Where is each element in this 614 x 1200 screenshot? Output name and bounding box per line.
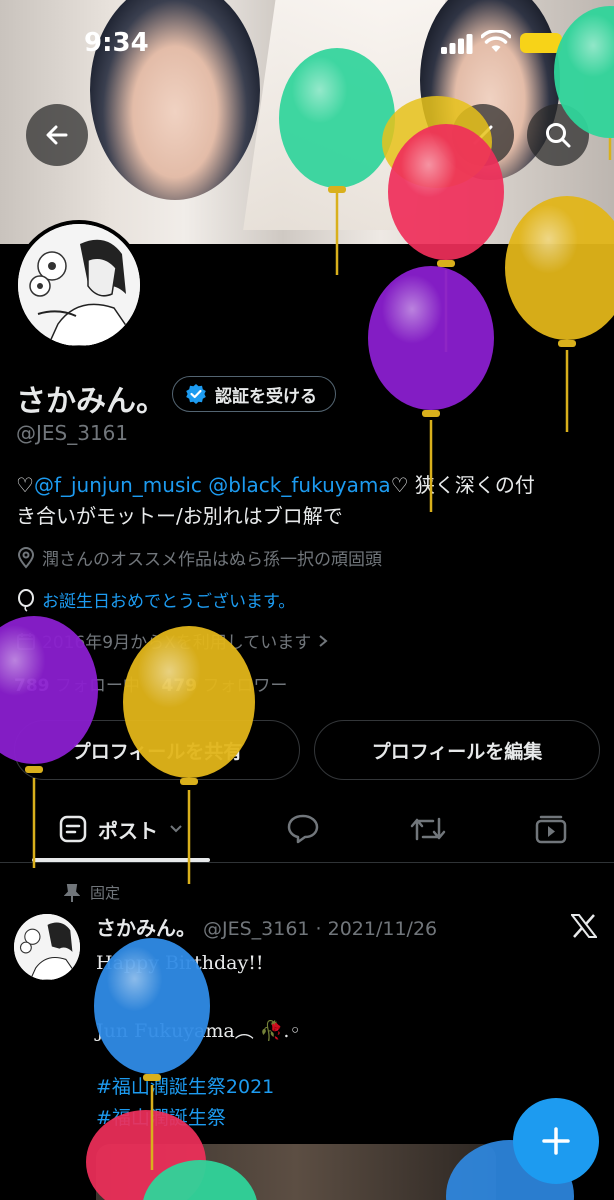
tab-media[interactable] xyxy=(516,796,586,862)
following-label: フォロー中 xyxy=(54,676,140,696)
following-count: 789 xyxy=(14,676,50,696)
search-icon xyxy=(546,123,571,148)
followers-count: 479 xyxy=(161,676,198,696)
chevron-right-icon xyxy=(319,634,328,647)
edit-profile-button[interactable]: プロフィールを編集 xyxy=(314,720,600,780)
repost-tab-icon xyxy=(410,817,446,841)
display-name: さかみん。 xyxy=(16,384,166,419)
signal-icon xyxy=(441,34,473,54)
back-arrow-icon xyxy=(46,125,68,145)
wifi-icon xyxy=(481,30,511,52)
pinned-indicator: 固定 xyxy=(64,882,120,903)
bio-text: き合いがモットー/お別れはブロ解で xyxy=(16,504,343,528)
verified-badge-icon xyxy=(186,384,206,404)
avatar-illustration xyxy=(18,224,140,346)
x-logo-icon xyxy=(571,914,597,938)
followers-link[interactable]: 479 フォロワー xyxy=(162,676,288,696)
pin-icon xyxy=(64,883,80,902)
get-verified-button[interactable]: 認証を受ける xyxy=(172,376,336,412)
tweet-media[interactable] xyxy=(96,1144,496,1200)
plus-icon xyxy=(542,1127,570,1155)
bio-heart: ♡ xyxy=(16,473,34,497)
tweet-avatar[interactable] xyxy=(14,914,80,980)
profile-bio: ♡@f_junjun_music @black_fukuyama♡ 狭く深くの付… xyxy=(16,470,606,532)
profile-tabs: ポスト xyxy=(0,796,614,863)
bio-mention-link[interactable]: @f_junjun_music xyxy=(34,473,202,497)
bio-mention-link[interactable]: @black_fukuyama xyxy=(208,473,390,497)
tab-posts-label: ポスト xyxy=(98,818,158,843)
tweet-header: さかみん。 @JES_3161 · 2021/11/26 xyxy=(96,912,437,941)
chevron-down-icon xyxy=(170,825,182,833)
compose-button[interactable] xyxy=(513,1098,599,1184)
tweet-line: Happy Birthday!! xyxy=(96,952,264,974)
tweet-avatar-illustration xyxy=(14,914,80,980)
tweet-body: Happy Birthday!! Jun Fukuyama︵ 🥀.◦ xyxy=(96,946,301,1048)
profile-location: 潤さんのオススメ作品はぬら孫一択の頑固頭 xyxy=(16,545,382,570)
reply-tab-icon xyxy=(287,814,319,844)
profile-avatar[interactable] xyxy=(14,220,144,350)
followers-label: フォロワー xyxy=(202,676,288,696)
status-time: 9:34 xyxy=(84,28,149,58)
post-tab-icon xyxy=(59,815,87,843)
joined-text: 2016年9月からXを利用しています xyxy=(42,633,312,653)
bio-text: ♡ 狭く深くの付 xyxy=(390,473,535,497)
follow-counts: 789 フォロー中 479 フォロワー xyxy=(14,671,287,696)
edit-profile-label: プロフィールを編集 xyxy=(371,740,543,763)
balloon-icon xyxy=(18,588,34,612)
location-text: 潤さんのオススメ作品はぬら孫一択の頑固頭 xyxy=(42,550,382,570)
tweet-handle-date: @JES_3161 · 2021/11/26 xyxy=(202,918,438,940)
active-tab-indicator xyxy=(32,858,210,862)
pinned-label: 固定 xyxy=(90,884,121,902)
tab-replies[interactable] xyxy=(268,796,338,862)
tweet-author[interactable]: さかみん。 xyxy=(96,916,196,940)
calendar-icon xyxy=(17,632,35,650)
profile-handle: @JES_3161 xyxy=(16,421,129,445)
share-profile-label: プロフィールを共有 xyxy=(71,740,243,763)
media-tab-icon xyxy=(535,815,567,844)
grok-button[interactable] xyxy=(452,104,514,166)
hashtag-link[interactable]: #福山潤誕生祭2021 xyxy=(96,1072,274,1099)
back-button[interactable] xyxy=(26,104,88,166)
tweet-line: Jun Fukuyama︵ 🥀.◦ xyxy=(96,1020,301,1042)
profile-birthday[interactable]: お誕生日おめでとうございます。 xyxy=(16,587,295,612)
following-link[interactable]: 789 フォロー中 xyxy=(14,676,140,696)
battery-icon xyxy=(520,33,562,53)
tab-posts[interactable]: ポスト xyxy=(32,796,210,862)
status-bar: 9:34 xyxy=(0,0,614,80)
grok-icon xyxy=(473,125,493,145)
share-profile-button[interactable]: プロフィールを共有 xyxy=(14,720,300,780)
search-button[interactable] xyxy=(527,104,589,166)
birthday-text[interactable]: お誕生日おめでとうございます。 xyxy=(42,587,295,612)
tab-reposts[interactable] xyxy=(393,796,463,862)
get-verified-label: 認証を受ける xyxy=(215,386,317,407)
profile-joined-date[interactable]: 2016年9月からXを利用しています xyxy=(16,628,329,653)
hashtag-link[interactable]: #福山潤誕生祭 xyxy=(96,1103,226,1130)
location-icon xyxy=(17,546,35,569)
